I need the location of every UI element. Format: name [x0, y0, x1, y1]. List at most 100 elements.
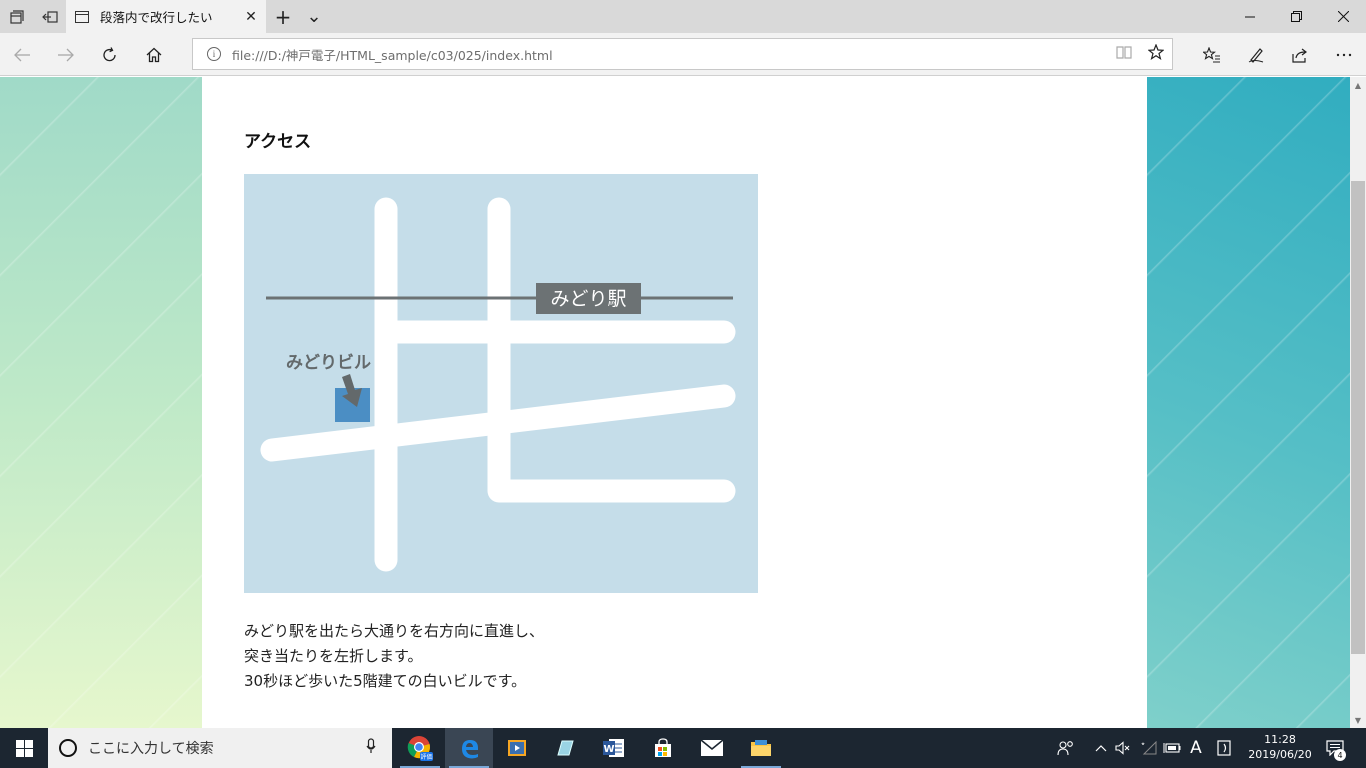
chevron-up-glyph	[1095, 745, 1107, 752]
set-tabs-aside-icon[interactable]	[33, 0, 66, 33]
taskbar-edge[interactable]	[445, 728, 493, 768]
background-left	[0, 77, 202, 728]
back-arrow-icon	[14, 48, 30, 61]
taskbar-word[interactable]: W	[590, 728, 638, 768]
start-button[interactable]	[0, 728, 48, 768]
svg-text:W: W	[603, 744, 614, 755]
reading-view-icon[interactable]	[1108, 45, 1140, 63]
building-label: みどりビル	[286, 353, 371, 373]
web-content: アクセス みどり駅 みどりビル みどり駅を出たら大通りを右方向に直進し、 突き当…	[0, 77, 1350, 728]
star-glyph	[1147, 43, 1165, 60]
navigation-bar: i file:///D:/神戸電子/HTML_sample/c03/025/in…	[0, 33, 1366, 76]
page-main: アクセス みどり駅 みどりビル みどり駅を出たら大通りを右方向に直進し、 突き当…	[202, 77, 1147, 728]
scroll-thumb[interactable]	[1351, 181, 1365, 654]
microphone-icon[interactable]	[364, 738, 378, 758]
vertical-scrollbar[interactable]: ▲ ▼	[1350, 77, 1366, 728]
tabs-aside-glyph	[41, 10, 58, 23]
close-window-button[interactable]	[1320, 0, 1366, 33]
forward-button[interactable]	[46, 33, 86, 76]
refresh-button[interactable]	[90, 33, 130, 76]
scroll-down-arrow-icon[interactable]: ▼	[1350, 712, 1366, 728]
minimize-button[interactable]	[1227, 0, 1273, 33]
site-info-icon[interactable]: i	[207, 47, 221, 61]
taskbar-notes-app[interactable]	[541, 728, 589, 768]
taskbar: ここに入力して検索 評価 W A 11:28 2019/06/20 4	[0, 728, 1366, 768]
forward-arrow-icon	[58, 48, 74, 61]
battery-icon[interactable]	[1160, 728, 1184, 768]
favorites-list-icon	[1203, 46, 1220, 62]
minimize-icon	[1244, 16, 1255, 18]
tab-close-icon[interactable]: ✕	[236, 9, 266, 25]
access-map: みどり駅 みどりビル	[244, 174, 758, 593]
volume-muted-icon[interactable]	[1112, 728, 1134, 768]
taskbar-store[interactable]	[639, 728, 687, 768]
wifi-glyph	[1141, 741, 1157, 755]
ime-mode-indicator[interactable]: A	[1184, 728, 1208, 768]
store-bag-icon	[655, 738, 671, 757]
address-url[interactable]: file:///D:/神戸電子/HTML_sample/c03/025/inde…	[232, 45, 1108, 64]
close-icon	[1337, 11, 1349, 22]
share-button[interactable]	[1280, 33, 1320, 76]
taskbar-media-player[interactable]	[493, 728, 541, 768]
web-notes-button[interactable]	[1236, 33, 1276, 76]
paragraph-line: 30秒ほど歩いた5階建ての白いビルです。	[244, 672, 527, 690]
paragraph-line: 突き当たりを左折します。	[244, 647, 423, 665]
search-placeholder: ここに入力して検索	[88, 741, 214, 757]
people-icon[interactable]	[1052, 728, 1080, 768]
new-tab-button[interactable]: +	[268, 0, 298, 33]
share-icon	[1292, 48, 1307, 63]
home-icon	[146, 47, 162, 62]
address-bar[interactable]: i file:///D:/神戸電子/HTML_sample/c03/025/in…	[192, 38, 1173, 70]
favorites-hub-button[interactable]	[1192, 33, 1232, 76]
cortana-icon	[59, 739, 77, 757]
tab-title: 段落内で改行したい	[100, 10, 213, 25]
pen-icon	[1248, 47, 1264, 63]
tab-list-chevron-icon[interactable]: ⌄	[298, 0, 330, 33]
taskbar-search-box[interactable]: ここに入力して検索	[48, 728, 392, 768]
chrome-profile-badge: 評価	[420, 753, 432, 761]
refresh-icon	[103, 46, 116, 61]
station-label: みどり駅	[550, 288, 626, 310]
people-glyph	[1057, 741, 1073, 756]
tab-manager-icon[interactable]	[0, 0, 33, 33]
windows-logo-icon	[15, 739, 33, 757]
video-icon	[508, 740, 526, 756]
restore-button[interactable]	[1273, 0, 1319, 33]
folder-icon	[751, 740, 771, 756]
system-clock[interactable]: 11:28 2019/06/20	[1242, 732, 1318, 762]
clock-time: 11:28	[1264, 733, 1296, 746]
edge-icon	[462, 740, 478, 759]
directions-paragraph: みどり駅を出たら大通りを右方向に直進し、 突き当たりを左折します。 30秒ほど歩…	[244, 619, 544, 694]
battery-glyph	[1163, 743, 1181, 753]
word-icon: W	[603, 739, 624, 757]
mail-icon	[700, 739, 724, 756]
show-hidden-icons-chevron-icon[interactable]	[1090, 728, 1112, 768]
clock-date: 2019/06/20	[1248, 748, 1312, 761]
book-glyph	[1116, 46, 1132, 59]
network-icon[interactable]	[1136, 728, 1160, 768]
ime-options-icon[interactable]	[1212, 728, 1236, 768]
scroll-up-arrow-icon[interactable]: ▲	[1350, 77, 1366, 93]
action-center-icon[interactable]	[1320, 728, 1350, 768]
taskbar-mail[interactable]	[688, 728, 736, 768]
home-button[interactable]	[134, 33, 174, 76]
back-button[interactable]	[2, 33, 42, 76]
chrome-icon: 評価	[407, 736, 433, 761]
restore-icon	[1290, 11, 1302, 22]
speaker-muted-glyph	[1115, 741, 1130, 755]
notes-icon	[557, 740, 574, 756]
taskbar-chrome[interactable]: 評価	[396, 728, 444, 768]
notification-count-badge: 4	[1334, 749, 1346, 761]
taskbar-file-explorer[interactable]	[737, 728, 785, 768]
tab-active[interactable]: 段落内で改行したい ✕	[66, 0, 266, 33]
paragraph-line: みどり駅を出たら大通りを右方向に直進し、	[244, 622, 545, 640]
mic-glyph	[366, 738, 376, 753]
more-menu-button[interactable]	[1324, 33, 1364, 76]
ime-pad-glyph	[1217, 740, 1231, 756]
ellipsis-icon	[1336, 53, 1352, 56]
title-bar: 段落内で改行したい ✕ + ⌄	[0, 0, 1366, 33]
tab-manager-glyph	[9, 9, 24, 24]
background-right	[1147, 77, 1350, 728]
page-heading: アクセス	[244, 132, 312, 152]
favorite-star-icon[interactable]	[1140, 43, 1172, 64]
